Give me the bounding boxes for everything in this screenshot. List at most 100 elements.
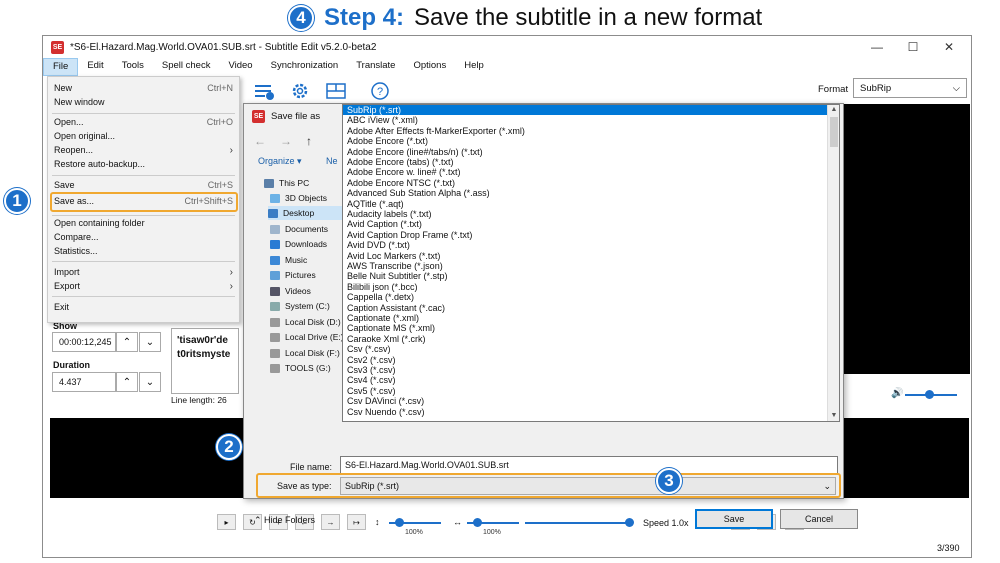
minimize-button[interactable]: —	[859, 36, 895, 58]
nav-local-disk-f[interactable]: Local Disk (F:)	[270, 346, 350, 360]
menu-help[interactable]: Help	[455, 58, 493, 76]
format-option[interactable]: Csv DAVinci (*.csv)	[343, 396, 827, 406]
menu-spell-check[interactable]: Spell check	[153, 58, 220, 76]
horizontal-zoom-knob[interactable]	[473, 518, 482, 527]
layout-icon[interactable]	[323, 80, 349, 102]
format-option[interactable]: Adobe Encore NTSC (*.txt)	[343, 178, 827, 188]
nav-pictures[interactable]: Pictures	[270, 268, 350, 282]
format-option[interactable]: Csv4 (*.csv)	[343, 375, 827, 385]
hide-folders-toggle[interactable]: ⌃ Hide Folders	[254, 515, 315, 526]
format-option[interactable]: Avid Caption (*.txt)	[343, 219, 827, 229]
format-option[interactable]: Adobe Encore (tabs) (*.txt)	[343, 157, 827, 167]
menu-item-open-containing-folder[interactable]: Open containing folder	[54, 216, 233, 230]
format-option[interactable]: Advanced Sub Station Alpha (*.ass)	[343, 188, 827, 198]
position-slider[interactable]	[525, 522, 631, 524]
play-button[interactable]: ▸	[217, 514, 236, 530]
nav-music[interactable]: Music	[270, 253, 350, 267]
format-option[interactable]: Avid DVD (*.txt)	[343, 240, 827, 250]
speed-label[interactable]: Speed 1.0x	[643, 518, 689, 528]
vertical-zoom-knob[interactable]	[395, 518, 404, 527]
menu-item-open-original[interactable]: Open original...	[54, 129, 233, 143]
format-option[interactable]: Csv3 (*.csv)	[343, 365, 827, 375]
menu-item-statistics[interactable]: Statistics...	[54, 244, 233, 258]
menu-options[interactable]: Options	[404, 58, 455, 76]
new-folder-button[interactable]: Ne	[326, 156, 338, 166]
format-option[interactable]: Csv Nuendo (*.csv)	[343, 407, 827, 417]
format-option[interactable]: Avid Loc Markers (*.txt)	[343, 251, 827, 261]
nav-this-pc[interactable]: This PC	[264, 176, 344, 190]
format-option[interactable]: Cappella (*.detx)	[343, 292, 827, 302]
menu-translate[interactable]: Translate	[347, 58, 404, 76]
format-option[interactable]: Bilibili json (*.bcc)	[343, 282, 827, 292]
nav-downloads[interactable]: Downloads	[270, 237, 350, 251]
back-arrow-icon[interactable]: ←	[254, 134, 266, 148]
save-button[interactable]: Save	[695, 509, 773, 529]
menu-item-restore-backup[interactable]: Restore auto-backup...	[54, 157, 233, 171]
settings-gear-icon[interactable]	[287, 80, 313, 102]
cancel-button[interactable]: Cancel	[780, 509, 858, 529]
format-option[interactable]: Csv2 (*.csv)	[343, 355, 827, 365]
menu-file[interactable]: File	[43, 58, 79, 76]
format-option[interactable]: Audacity labels (*.txt)	[343, 209, 827, 219]
duration-input[interactable]: 4.437	[52, 372, 116, 392]
menu-tools[interactable]: Tools	[113, 58, 153, 76]
format-option[interactable]: Adobe Encore (line#/tabs/n) (*.txt)	[343, 147, 827, 157]
format-option[interactable]: AQTitle (*.aqt)	[343, 199, 827, 209]
menu-video[interactable]: Video	[219, 58, 261, 76]
format-option[interactable]: Caraoke Xml (*.crk)	[343, 334, 827, 344]
menu-item-export[interactable]: Export ›	[54, 279, 233, 293]
nav-local-drive-e[interactable]: Local Drive (E:)	[270, 330, 350, 344]
format-option[interactable]: Avid Caption Drop Frame (*.txt)	[343, 230, 827, 240]
format-option[interactable]: Caption Assistant (*.cac)	[343, 303, 827, 313]
menu-item-new[interactable]: New Ctrl+N	[54, 81, 233, 95]
format-option[interactable]: Csv (*.csv)	[343, 344, 827, 354]
list-scrollbar[interactable]: ▲ ▼	[827, 105, 839, 421]
format-list-icon[interactable]	[251, 80, 277, 102]
format-option[interactable]: Belle Nuit Subtitler (*.stp)	[343, 271, 827, 281]
show-down-button[interactable]: ⌄	[139, 332, 161, 352]
menu-item-save[interactable]: Save Ctrl+S	[54, 178, 233, 192]
nav-3d-objects[interactable]: 3D Objects	[270, 191, 350, 205]
menu-edit[interactable]: Edit	[78, 58, 112, 76]
show-up-button[interactable]: ⌃	[116, 332, 138, 352]
subtitle-text-box[interactable]: 'tisaw0r'de t0ritsmyste	[171, 328, 239, 394]
nav-local-disk-d[interactable]: Local Disk (D:)	[270, 315, 350, 329]
duration-up-button[interactable]: ⌃	[116, 372, 138, 392]
format-option[interactable]: Adobe Encore w. line# (*.txt)	[343, 167, 827, 177]
format-option[interactable]: AWS Transcribe (*.json)	[343, 261, 827, 271]
goto-end-button[interactable]: ↦	[347, 514, 366, 530]
organize-button[interactable]: Organize ▾	[258, 156, 302, 167]
maximize-button[interactable]: ☐	[895, 36, 931, 58]
menu-item-open[interactable]: Open... Ctrl+O	[54, 115, 233, 129]
show-time-input[interactable]: 00:00:12,245	[52, 332, 116, 352]
menu-item-import[interactable]: Import ›	[54, 265, 233, 279]
forward-button[interactable]: →	[321, 514, 340, 530]
save-type-select[interactable]: SubRip (*.srt) ⌄	[340, 477, 836, 495]
format-option[interactable]: SubRip (*.srt)	[343, 105, 827, 116]
menu-item-compare[interactable]: Compare...	[54, 230, 233, 244]
menu-item-exit[interactable]: Exit	[54, 300, 233, 314]
format-option[interactable]: Captionate MS (*.xml)	[343, 323, 827, 333]
menu-synchronization[interactable]: Synchronization	[262, 58, 348, 76]
menu-item-new-window[interactable]: New window	[54, 95, 233, 109]
volume-knob[interactable]	[925, 390, 934, 399]
format-option[interactable]: Adobe After Effects ft-MarkerExporter (*…	[343, 126, 827, 136]
help-icon[interactable]: ?	[367, 80, 393, 102]
format-select[interactable]: SubRip ⌵	[853, 78, 967, 98]
nav-documents[interactable]: Documents	[270, 222, 350, 236]
format-option[interactable]: Adobe Encore (*.txt)	[343, 136, 827, 146]
duration-down-button[interactable]: ⌄	[139, 372, 161, 392]
format-dropdown-list[interactable]: Csv Nuendo (*.csv) Csv DAVinci (*.csv) Csv…	[342, 104, 840, 422]
nav-system-c[interactable]: System (C:)	[270, 299, 350, 313]
format-option[interactable]: Csv5 (*.csv)	[343, 386, 827, 396]
nav-desktop[interactable]: Desktop	[268, 206, 346, 220]
format-option[interactable]: ABC iView (*.xml)	[343, 115, 827, 125]
nav-videos[interactable]: Videos	[270, 284, 350, 298]
close-button[interactable]: ✕	[931, 36, 967, 58]
position-knob[interactable]	[625, 518, 634, 527]
up-arrow-icon[interactable]: ↑	[306, 134, 312, 148]
format-option[interactable]: Captionate (*.xml)	[343, 313, 827, 323]
nav-tools-g[interactable]: TOOLS (G:)	[270, 361, 350, 375]
forward-arrow-icon[interactable]: →	[280, 134, 292, 148]
menu-item-reopen[interactable]: Reopen... ›	[54, 143, 233, 157]
